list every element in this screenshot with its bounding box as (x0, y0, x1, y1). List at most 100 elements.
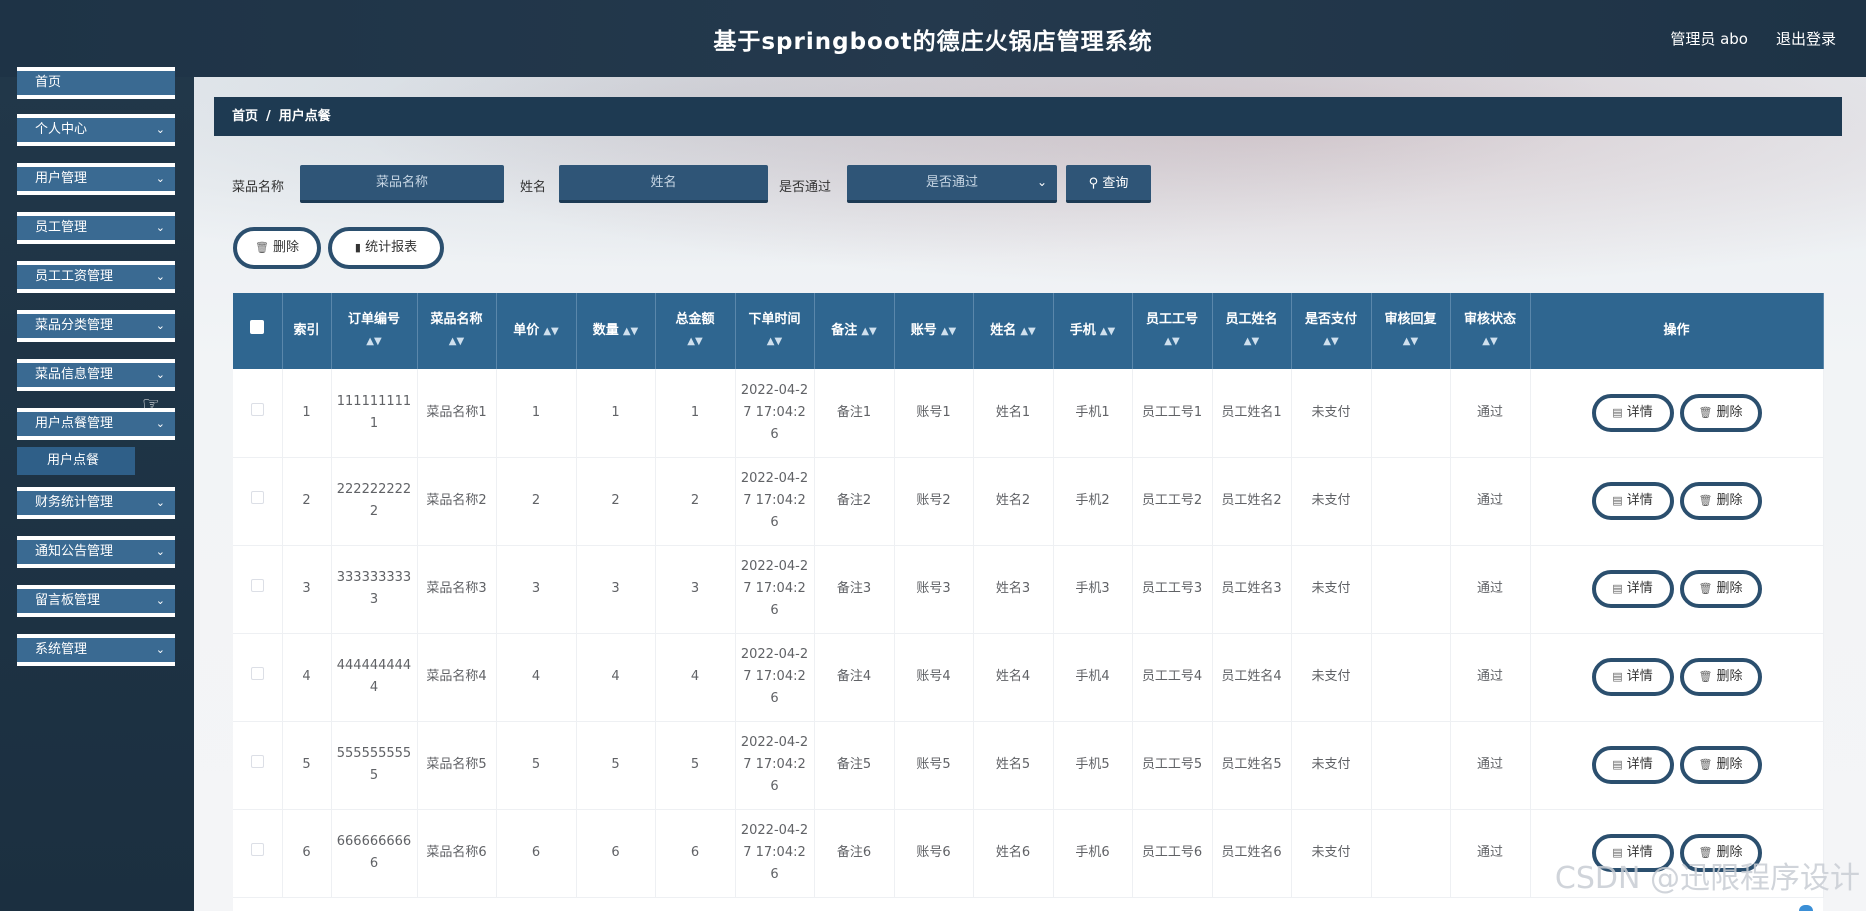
select-all-checkbox[interactable] (233, 293, 283, 369)
sidebar-item-users[interactable]: 用户管理 ⌄ (17, 163, 175, 195)
table-cell-emp-no: 员工工号1 (1132, 369, 1213, 458)
table-cell-idx: 1 (282, 369, 332, 458)
document-icon: ▤ (1612, 758, 1623, 771)
row-checkbox[interactable] (233, 809, 283, 898)
sidebar-item-label: 菜品分类管理 (35, 318, 114, 333)
trash-icon: 🗑 (1698, 582, 1713, 595)
column-header[interactable]: 备注 ▲▼ (814, 293, 895, 369)
column-header[interactable]: 单价 ▲▼ (496, 293, 577, 369)
detail-button[interactable]: ▤ 详情 (1591, 393, 1674, 432)
table-cell-remark: 备注3 (814, 545, 895, 634)
logout-link[interactable]: 退出登录 (1776, 28, 1836, 49)
column-header[interactable]: 总金额 ▲▼ (655, 293, 736, 369)
row-checkbox[interactable] (233, 457, 283, 546)
sidebar-item-dish-info[interactable]: 菜品信息管理 ⌄ (17, 359, 175, 391)
delete-button[interactable]: 🗑 删除 (1679, 482, 1762, 520)
detail-button[interactable]: ▤ 详情 (1591, 658, 1674, 696)
sidebar-item-notices[interactable]: 通知公告管理 ⌄ (17, 536, 175, 568)
detail-button-label: 详情 (1626, 757, 1653, 772)
table-cell-dish: 菜品名称1 (417, 369, 497, 458)
sidebar-item-salary[interactable]: 员工工资管理 ⌄ (17, 261, 175, 293)
name-input[interactable]: 姓名 (559, 165, 768, 203)
column-header[interactable]: 员工工号 ▲▼ (1132, 293, 1213, 369)
sidebar-item-dish-category[interactable]: 菜品分类管理 ⌄ (17, 310, 175, 342)
delete-button[interactable]: 🗑 删除 (1679, 570, 1762, 608)
delete-button[interactable]: 🗑 删除 (1679, 393, 1762, 432)
current-user: 管理员 abo (1670, 30, 1748, 48)
table-cell-qty: 6 (576, 809, 656, 898)
table-cell-status: 通过 (1450, 633, 1531, 722)
table-cell-status: 通过 (1450, 809, 1531, 898)
watermark: CSDN @迅限程序设计 (1554, 861, 1860, 896)
sort-icon: ▲▼ (1482, 336, 1498, 347)
table-cell-total: 6 (655, 809, 736, 898)
table-cell-name: 姓名6 (973, 809, 1054, 898)
column-header[interactable]: 订单编号 ▲▼ (331, 293, 418, 369)
scroll-indicator[interactable] (1799, 905, 1813, 911)
chevron-down-icon: ⌄ (155, 319, 165, 332)
chevron-down-icon: ⌄ (155, 270, 165, 283)
column-header[interactable]: 菜品名称 ▲▼ (417, 293, 497, 369)
column-header[interactable]: 姓名 ▲▼ (973, 293, 1054, 369)
column-header[interactable]: 账号 ▲▼ (894, 293, 974, 369)
sidebar-item-finance[interactable]: 财务统计管理 ⌄ (17, 487, 175, 519)
breadcrumb-home[interactable]: 首页 (232, 109, 258, 124)
pass-select[interactable]: 是否通过 ⌄ (847, 165, 1057, 203)
sidebar-item-system[interactable]: 系统管理 ⌄ (17, 634, 175, 666)
column-header[interactable]: 手机 ▲▼ (1053, 293, 1133, 369)
sidebar-item-employees[interactable]: 员工管理 ⌄ (17, 212, 175, 244)
chevron-down-icon: ⌄ (155, 221, 165, 234)
sidebar-subitem-user-orders[interactable]: 用户点餐 (17, 447, 135, 475)
table-cell-name: 姓名3 (973, 545, 1054, 634)
sidebar-item-label: 首页 (35, 75, 62, 90)
column-header[interactable]: 员工姓名 ▲▼ (1212, 293, 1292, 369)
table-cell-total: 5 (655, 721, 736, 810)
table-cell-order: 5555555555 (331, 721, 418, 810)
row-checkbox[interactable] (233, 633, 283, 722)
trash-icon: 🗑 (1698, 494, 1713, 507)
delete-button[interactable]: 🗑 删除 (1679, 658, 1762, 696)
table-cell-dish: 菜品名称2 (417, 457, 497, 546)
sidebar-item-personal[interactable]: 个人中心 ⌄ (17, 114, 175, 146)
breadcrumb-separator: / (266, 109, 271, 124)
table-cell-account: 账号3 (894, 545, 974, 634)
column-header[interactable]: 审核回复 ▲▼ (1371, 293, 1451, 369)
table-cell-price: 6 (496, 809, 577, 898)
table-cell-emp-name: 员工姓名5 (1212, 721, 1292, 810)
table-cell-idx: 5 (282, 721, 332, 810)
trash-icon: 🗑 (1698, 758, 1713, 771)
column-header[interactable]: 数量 ▲▼ (576, 293, 656, 369)
row-actions: ▤ 详情 🗑 删除 (1530, 369, 1824, 458)
dish-name-input[interactable]: 菜品名称 (300, 165, 504, 203)
main-content: 首页 / 用户点餐 菜品名称 菜品名称 姓名 姓名 是否通过 是否通过 ⌄ ⚲ 查询… (194, 77, 1866, 911)
trash-icon: 🗑 (254, 241, 269, 254)
sort-icon: ▲▼ (1099, 325, 1116, 337)
table-cell-idx: 4 (282, 633, 332, 722)
row-checkbox[interactable] (233, 721, 283, 810)
table-cell-price: 1 (496, 369, 577, 458)
table-cell-reply (1371, 545, 1451, 634)
table-cell-qty: 2 (576, 457, 656, 546)
detail-button[interactable]: ▤ 详情 (1591, 482, 1674, 520)
batch-delete-button[interactable]: 🗑 删除 (233, 227, 321, 269)
name-label: 姓名 (520, 180, 547, 195)
sidebar-item-home[interactable]: 首页 (17, 67, 175, 99)
detail-button[interactable]: ▤ 详情 (1591, 570, 1674, 608)
sidebar-item-messages[interactable]: 留言板管理 ⌄ (17, 585, 175, 617)
column-header[interactable]: 审核状态 ▲▼ (1450, 293, 1531, 369)
row-checkbox[interactable] (233, 369, 283, 458)
table-cell-total: 1 (655, 369, 736, 458)
table-cell-order: 6666666666 (331, 809, 418, 898)
column-header[interactable]: 下单时间 ▲▼ (735, 293, 815, 369)
chevron-down-icon: ⌄ (155, 172, 165, 185)
delete-button[interactable]: 🗑 删除 (1679, 746, 1762, 784)
row-checkbox[interactable] (233, 545, 283, 634)
column-header[interactable]: 是否支付 ▲▼ (1291, 293, 1372, 369)
query-button-label: 查询 (1102, 176, 1129, 191)
report-button[interactable]: ▮ 统计报表 (328, 227, 444, 269)
query-button[interactable]: ⚲ 查询 (1066, 165, 1151, 203)
table-cell-phone: 手机6 (1053, 809, 1133, 898)
sort-icon: ▲▼ (940, 325, 957, 337)
detail-button[interactable]: ▤ 详情 (1591, 746, 1674, 784)
sort-icon: ▲▼ (687, 336, 703, 347)
